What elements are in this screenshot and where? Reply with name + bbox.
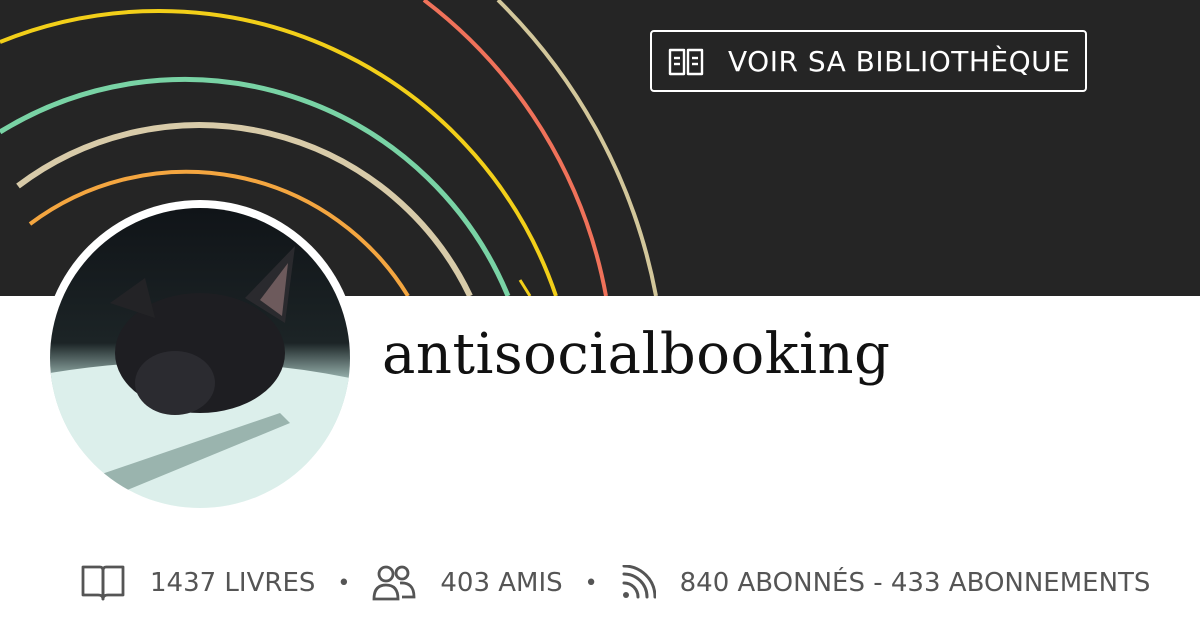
username: antisocialbooking xyxy=(382,322,891,387)
followers-count: 840 ABONNÉS - 433 ABONNEMENTS xyxy=(679,568,1151,598)
stats-bar: 1437 LIVRES • 403 AMIS • 840 ABONNÉS - 4… xyxy=(80,558,1150,608)
friends-count: 403 AMIS xyxy=(440,568,563,598)
friends-stat[interactable]: 403 AMIS xyxy=(372,563,563,603)
book-icon xyxy=(81,565,125,601)
followers-stat[interactable]: 840 ABONNÉS - 433 ABONNEMENTS xyxy=(620,565,1151,601)
separator-dot: • xyxy=(584,570,598,596)
view-library-label: VOIR SA BIBLIOTHÈQUE xyxy=(728,45,1071,78)
books-stat[interactable]: 1437 LIVRES xyxy=(80,563,315,603)
cat-photo-avatar xyxy=(50,208,350,508)
open-book-icon xyxy=(668,48,704,76)
users-icon xyxy=(372,565,416,601)
rss-icon xyxy=(622,565,656,599)
profile-card: VOIR SA BIBLIOTHÈQUE antisocialbooking 1… xyxy=(0,0,1200,630)
books-count: 1437 LIVRES xyxy=(150,568,316,598)
separator-dot: • xyxy=(337,570,351,596)
avatar[interactable] xyxy=(42,200,358,516)
view-library-button[interactable]: VOIR SA BIBLIOTHÈQUE xyxy=(650,30,1087,92)
